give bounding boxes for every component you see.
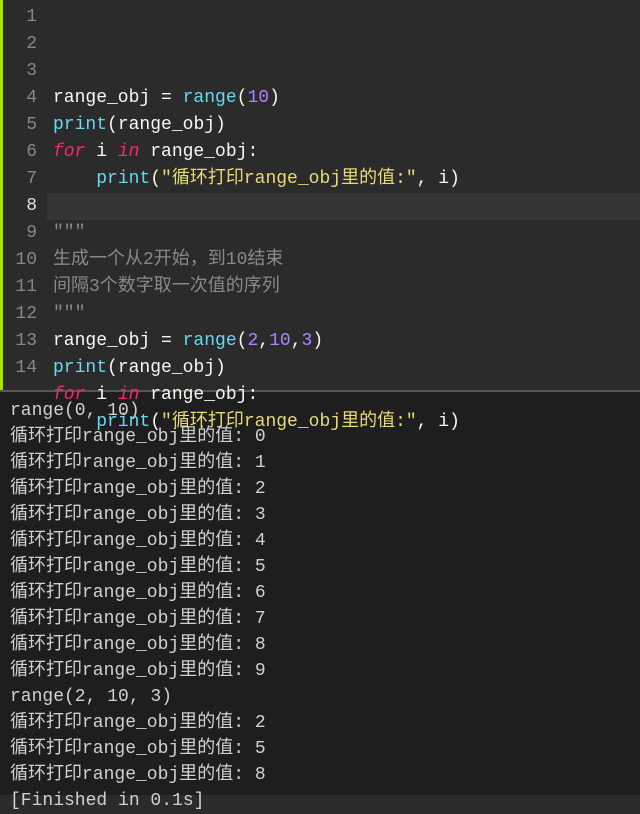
code-token: range_obj — [139, 142, 247, 162]
code-token: range_obj — [53, 331, 150, 351]
code-token: print — [96, 412, 150, 432]
code-token: "循环打印range_obj里的值:" — [161, 169, 417, 189]
code-token: i — [438, 169, 449, 189]
code-token: i — [438, 412, 449, 432]
output-line: 循环打印range_obj里的值: 8 — [10, 762, 630, 788]
output-line: 循环打印range_obj里的值: 4 — [10, 528, 630, 554]
code-token: = — [150, 88, 182, 108]
code-token: 生成一个从2开始，到10结束 — [53, 250, 283, 270]
code-token: ( — [150, 412, 161, 432]
code-line[interactable]: print(range_obj) — [53, 355, 634, 382]
code-token: range_obj — [118, 115, 215, 135]
code-token: range_obj — [53, 88, 150, 108]
code-token: , — [417, 169, 439, 189]
code-line[interactable]: for i in range_obj: — [53, 139, 634, 166]
code-token: 10 — [269, 331, 291, 351]
code-line[interactable]: for i in range_obj: — [53, 382, 634, 409]
code-line[interactable]: 间隔3个数字取一次值的序列 — [53, 274, 634, 301]
code-token: ) — [449, 169, 460, 189]
line-number: 3 — [9, 58, 37, 85]
code-token: , — [258, 331, 269, 351]
code-token: ) — [312, 331, 323, 351]
code-token: "循环打印range_obj里的值:" — [161, 412, 417, 432]
code-token: """ — [53, 223, 85, 243]
output-line: 循环打印range_obj里的值: 7 — [10, 606, 630, 632]
code-token: range — [183, 88, 237, 108]
code-token: 3 — [302, 331, 313, 351]
code-token: ( — [237, 88, 248, 108]
code-line[interactable]: range_obj = range(10) — [53, 85, 634, 112]
code-token: ) — [215, 115, 226, 135]
code-token: : — [247, 142, 258, 162]
code-token — [53, 412, 96, 432]
line-number: 7 — [9, 166, 37, 193]
code-token: range — [183, 331, 237, 351]
line-number: 8 — [9, 193, 37, 220]
code-line[interactable]: 生成一个从2开始，到10结束 — [53, 247, 634, 274]
line-number: 1 — [9, 4, 37, 31]
code-editor-pane[interactable]: 1234567891011121314 range_obj = range(10… — [0, 0, 640, 390]
line-number: 6 — [9, 139, 37, 166]
code-token: range_obj — [118, 358, 215, 378]
line-number-gutter: 1234567891011121314 — [3, 0, 47, 390]
line-number: 12 — [9, 301, 37, 328]
code-line[interactable] — [53, 436, 634, 463]
code-token: , — [291, 331, 302, 351]
output-line: 循环打印range_obj里的值: 6 — [10, 580, 630, 606]
line-number: 10 — [9, 247, 37, 274]
line-number: 9 — [9, 220, 37, 247]
code-line[interactable] — [53, 193, 634, 220]
line-number: 11 — [9, 274, 37, 301]
output-line: range(2, 10, 3) — [10, 684, 630, 710]
code-token: print — [53, 358, 107, 378]
output-line: 循环打印range_obj里的值: 2 — [10, 710, 630, 736]
code-token: 2 — [247, 331, 258, 351]
code-token: range_obj — [139, 385, 247, 405]
code-token: in — [118, 142, 140, 162]
output-line: [Finished in 0.1s] — [10, 788, 630, 814]
code-token: = — [150, 331, 182, 351]
code-token: ( — [107, 115, 118, 135]
line-number: 13 — [9, 328, 37, 355]
code-token: ) — [215, 358, 226, 378]
code-line[interactable]: """ — [53, 301, 634, 328]
code-token: , — [417, 412, 439, 432]
code-line[interactable]: print(range_obj) — [53, 112, 634, 139]
output-line: 循环打印range_obj里的值: 9 — [10, 658, 630, 684]
line-number: 14 — [9, 355, 37, 382]
code-token: print — [96, 169, 150, 189]
code-token: 间隔3个数字取一次值的序列 — [53, 277, 280, 297]
line-number: 4 — [9, 85, 37, 112]
line-number: 2 — [9, 31, 37, 58]
output-line: 循环打印range_obj里的值: 8 — [10, 632, 630, 658]
output-line: 循环打印range_obj里的值: 2 — [10, 476, 630, 502]
code-token: ( — [107, 358, 118, 378]
code-token: i — [85, 385, 117, 405]
code-token: 10 — [247, 88, 269, 108]
code-line[interactable]: print("循环打印range_obj里的值:", i) — [53, 409, 634, 436]
code-text-area[interactable]: range_obj = range(10)print(range_obj)for… — [47, 0, 640, 390]
code-token: i — [85, 142, 117, 162]
code-token: in — [118, 385, 140, 405]
output-line: 循环打印range_obj里的值: 3 — [10, 502, 630, 528]
code-line[interactable]: print("循环打印range_obj里的值:", i) — [53, 166, 634, 193]
code-token: ( — [150, 169, 161, 189]
code-token: : — [247, 385, 258, 405]
code-token: """ — [53, 304, 85, 324]
output-line: 循环打印range_obj里的值: 5 — [10, 736, 630, 762]
code-token: ) — [449, 412, 460, 432]
code-token — [53, 169, 96, 189]
output-line: 循环打印range_obj里的值: 5 — [10, 554, 630, 580]
code-line[interactable]: """ — [53, 220, 634, 247]
code-token: for — [53, 142, 85, 162]
code-line[interactable]: range_obj = range(2,10,3) — [53, 328, 634, 355]
line-number: 5 — [9, 112, 37, 139]
code-token: print — [53, 115, 107, 135]
code-token: ( — [237, 331, 248, 351]
code-token: for — [53, 385, 85, 405]
code-token: ) — [269, 88, 280, 108]
